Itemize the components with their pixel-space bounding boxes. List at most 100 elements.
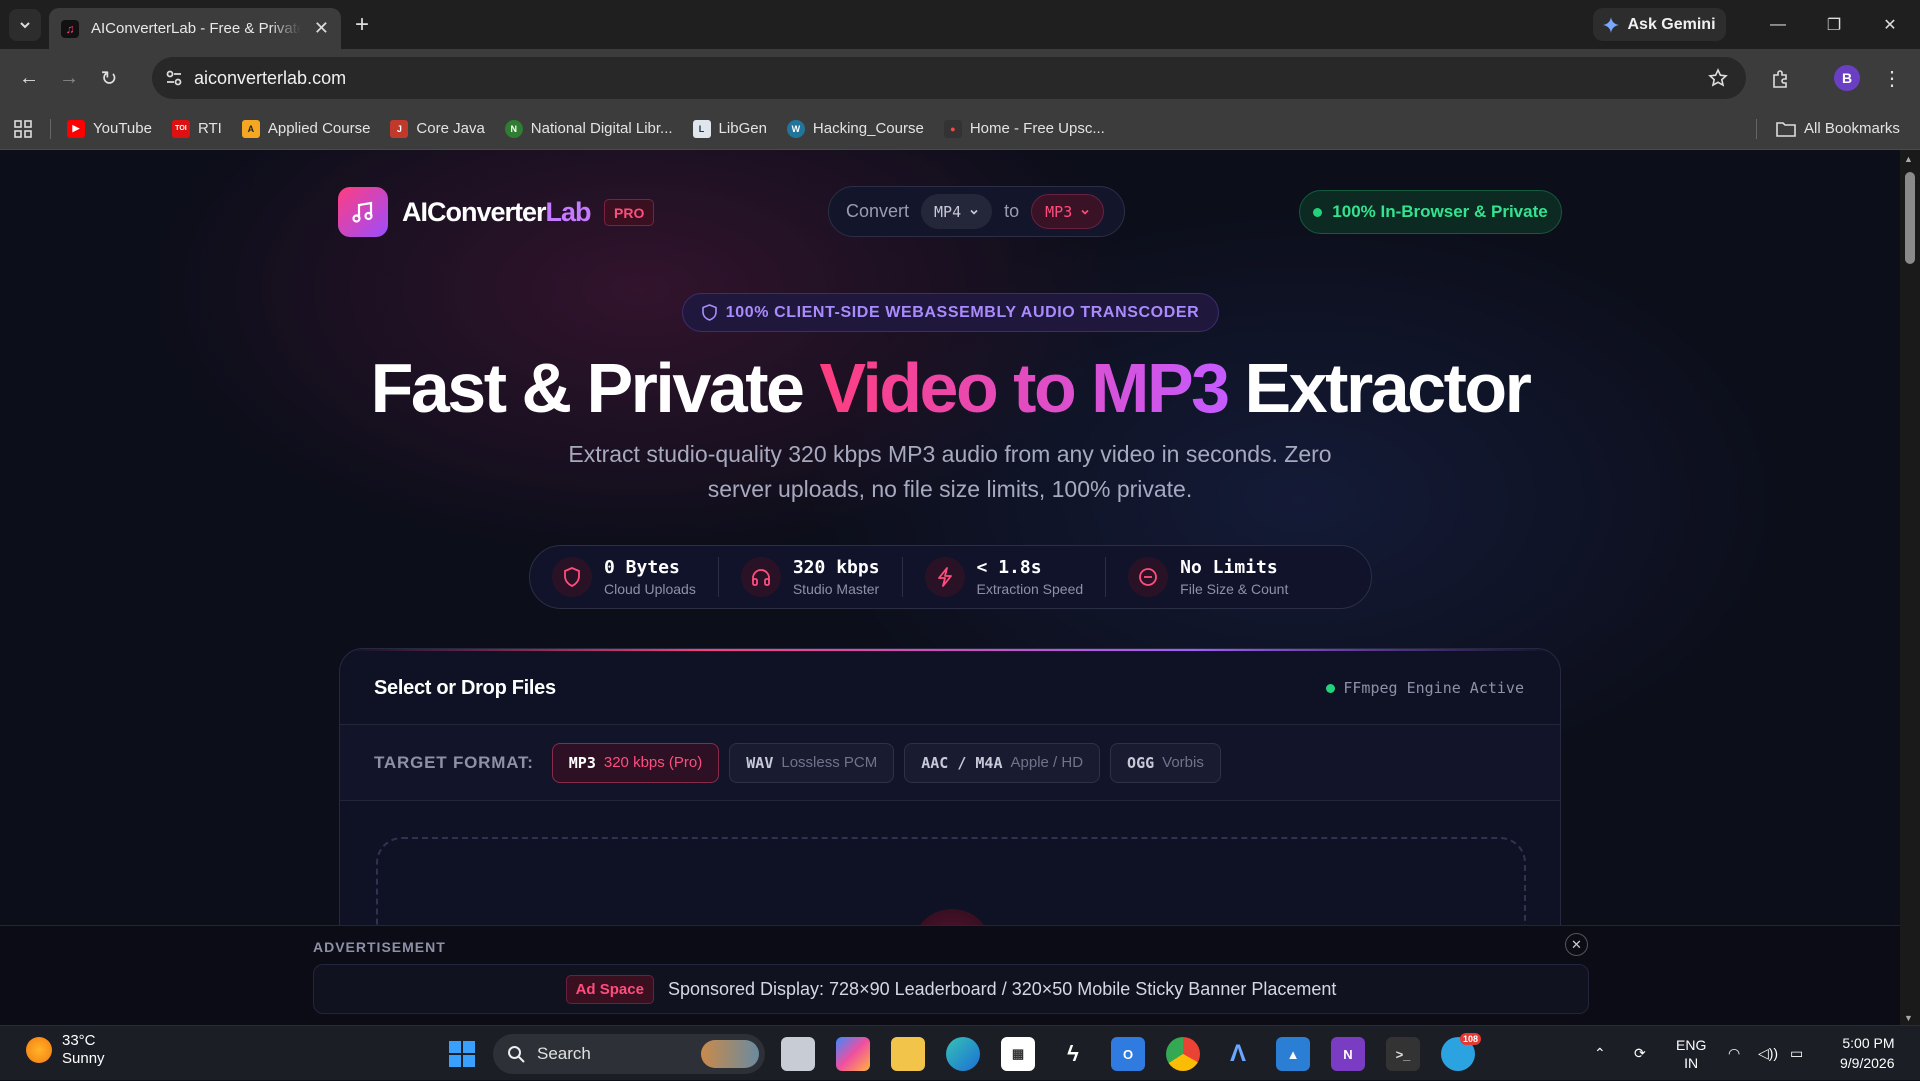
new-tab-button[interactable]: + <box>355 11 369 39</box>
format-chip-wav[interactable]: WAV Lossless PCM <box>729 742 895 783</box>
windows-start-icon[interactable] <box>445 1037 479 1071</box>
format-chip-aac[interactable]: AAC / M4A Apple / HD <box>904 742 1101 783</box>
to-format-value: MP3 <box>1045 202 1073 221</box>
wifi-icon[interactable]: ◠ <box>1728 1026 1740 1081</box>
bookmark-upsc[interactable]: ● Home - Free Upsc... <box>943 119 1105 138</box>
shield-icon <box>552 557 592 597</box>
close-tab-icon[interactable]: ✕ <box>314 18 329 39</box>
stat-limits: No Limits File Size & Count <box>1105 557 1310 597</box>
to-format-select[interactable]: MP3 <box>1031 194 1105 229</box>
edge-icon[interactable] <box>946 1037 980 1071</box>
minimize-button[interactable]: — <box>1750 0 1806 49</box>
windows-taskbar: 33°C Sunny Search ▦ ϟ O Λ ▲ N >_ 108 ⌃ ⟳ … <box>0 1025 1920 1080</box>
address-bar[interactable]: aiconverterlab.com <box>152 57 1746 99</box>
volume-icon[interactable]: ◁)) <box>1758 1026 1778 1081</box>
system-clock[interactable]: 5:00 PM 9/9/2026 <box>1840 1033 1895 1073</box>
from-format-value: MP4 <box>934 202 962 221</box>
chrome-icon[interactable] <box>1166 1037 1200 1071</box>
engine-status: FFmpeg Engine Active <box>1326 679 1524 697</box>
appliedcourse-icon: A <box>241 119 260 138</box>
site-info-icon <box>166 70 182 86</box>
active-tab[interactable]: ♫ AIConverterLab - Free & Private Video … <box>49 8 341 49</box>
extensions-icon[interactable] <box>1760 59 1800 99</box>
close-ad-button[interactable]: ✕ <box>1565 933 1588 956</box>
copilot-icon[interactable] <box>836 1037 870 1071</box>
format-chip-mp3[interactable]: MP3 320 kbps (Pro) <box>551 742 720 783</box>
bookmark-hacking-course[interactable]: W Hacking_Course <box>786 119 924 138</box>
weather-widget[interactable]: 33°C Sunny <box>26 1032 105 1068</box>
file-explorer-icon[interactable] <box>891 1037 925 1071</box>
all-bookmarks-button[interactable]: All Bookmarks <box>1776 120 1900 137</box>
browser-menu-icon[interactable]: ⋮ <box>1872 59 1912 99</box>
bookmark-ndl[interactable]: N National Digital Libr... <box>504 119 673 138</box>
photos-icon[interactable]: ▲ <box>1276 1037 1310 1071</box>
app-bolt-icon[interactable]: ϟ <box>1056 1037 1090 1071</box>
telegram-icon[interactable]: 108 <box>1441 1033 1481 1071</box>
bookmark-core-java[interactable]: J Core Java <box>390 119 485 138</box>
battery-icon[interactable]: ▭ <box>1790 1026 1803 1081</box>
app-a-icon[interactable]: Λ <box>1221 1037 1255 1071</box>
language-indicator[interactable]: ENG IN <box>1676 1026 1706 1081</box>
sync-icon[interactable]: ⟳ <box>1634 1026 1646 1081</box>
ask-gemini-button[interactable]: Ask Gemini <box>1593 8 1726 41</box>
bookmark-label: LibGen <box>718 120 767 137</box>
format-detail: Vorbis <box>1162 754 1204 771</box>
ndl-icon: N <box>504 119 523 138</box>
format-name: MP3 <box>568 753 596 772</box>
stat-value: No Limits <box>1180 557 1278 578</box>
outlook-icon[interactable]: O <box>1111 1037 1145 1071</box>
bookmark-libgen[interactable]: L LibGen <box>692 119 767 138</box>
bookmark-applied-course[interactable]: A Applied Course <box>241 119 370 138</box>
bookmark-rti[interactable]: TOI RTI <box>171 119 222 138</box>
profile-avatar[interactable]: B <box>1834 65 1860 91</box>
tab-title: AIConverterLab - Free & Private Video to… <box>91 20 301 37</box>
apps-grid-icon[interactable] <box>14 119 32 138</box>
store-icon[interactable]: ▦ <box>1001 1037 1035 1071</box>
search-icon <box>508 1046 525 1063</box>
scroll-up-icon[interactable]: ▲ <box>1904 154 1913 164</box>
lang-code: ENG <box>1676 1036 1707 1053</box>
hero-kicker: 100% CLIENT-SIDE WEBASSEMBLY AUDIO TRANS… <box>682 293 1219 332</box>
format-chip-ogg[interactable]: OGG Vorbis <box>1110 742 1221 783</box>
task-view-icon[interactable] <box>781 1037 815 1071</box>
pro-badge: PRO <box>604 199 655 226</box>
reload-button[interactable]: ↻ <box>89 59 129 99</box>
search-label: Search <box>537 1044 591 1063</box>
bookmark-youtube[interactable]: ▶ YouTube <box>67 119 152 138</box>
close-window-button[interactable]: ✕ <box>1862 0 1918 49</box>
url-text: aiconverterlab.com <box>194 67 347 88</box>
bookmark-label: Home - Free Upsc... <box>969 120 1105 137</box>
bookmarks-divider <box>1756 118 1757 139</box>
page-scrollbar[interactable]: ▲ ▼ <box>1900 150 1920 1025</box>
youtube-icon: ▶ <box>67 119 85 138</box>
tab-search-button[interactable] <box>9 8 41 41</box>
forward-button[interactable]: → <box>49 59 89 99</box>
upsc-icon: ● <box>943 119 962 138</box>
from-format-select[interactable]: MP4 <box>921 194 993 229</box>
status-dot <box>1313 207 1323 217</box>
browser-tab-bar: ♫ AIConverterLab - Free & Private Video … <box>0 0 1920 49</box>
scrollbar-thumb[interactable] <box>1905 172 1915 264</box>
bookmark-label: National Digital Libr... <box>530 120 673 137</box>
ad-banner[interactable]: Ad Space Sponsored Display: 728×90 Leade… <box>313 964 1589 1014</box>
minus-circle-icon <box>1128 557 1169 597</box>
onenote-icon[interactable]: N <box>1331 1037 1365 1071</box>
logo-music-icon[interactable] <box>338 187 388 237</box>
taskbar-search[interactable]: Search <box>493 1034 765 1074</box>
stat-label: Cloud Uploads <box>604 581 696 597</box>
brand-name[interactable]: AIConverterLab <box>402 197 592 228</box>
terminal-icon[interactable]: >_ <box>1386 1037 1420 1071</box>
restore-button[interactable]: ❐ <box>1806 0 1862 49</box>
browser-toolbar: ← → ↻ aiconverterlab.com B ⋮ <box>0 49 1920 108</box>
hero-title: Fast & Private Video to MP3 Extractor <box>0 348 1900 428</box>
back-button[interactable]: ← <box>9 59 49 99</box>
chevron-down-icon <box>1081 209 1089 215</box>
headphones-icon <box>740 557 781 597</box>
scroll-down-icon[interactable]: ▼ <box>1904 1013 1913 1023</box>
java-icon: J <box>390 119 409 138</box>
target-format-label: TARGET FORMAT: <box>374 752 534 772</box>
format-detail: Apple / HD <box>1010 754 1084 771</box>
tray-chevron-icon[interactable]: ⌃ <box>1594 1026 1606 1081</box>
hero-title-highlight: Video to MP3 <box>819 349 1230 427</box>
stat-value: 320 kbps <box>792 557 880 578</box>
